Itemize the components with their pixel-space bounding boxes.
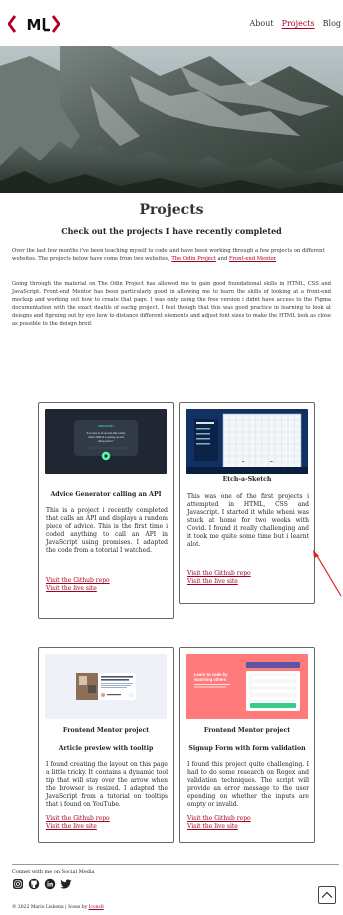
project-title: Signup Form with form validation (188, 745, 306, 752)
advice-label: ADVICE #117 (98, 424, 115, 428)
svg-text:watching others: watching others (193, 677, 227, 682)
project-thumbnail[interactable] (45, 654, 167, 719)
intro-text-and: and (215, 256, 229, 262)
project-card-article-preview: Frontend Mentor project Article preview … (38, 647, 174, 843)
project-title: Article preview with tooltip (58, 745, 154, 752)
frontend-mentor-link[interactable]: Front-end Mentor (229, 256, 276, 262)
main-nav: About Projects Blog (249, 19, 341, 28)
odin-project-link[interactable]: The Odin Project (171, 256, 216, 262)
svg-text:M: M (27, 16, 42, 34)
project-description: I found this project quite challenging. … (187, 761, 309, 808)
project-card-etch-a-sketch: The Odin Project Assignment Etch-a-Sketc… (179, 402, 315, 604)
instagram-icon[interactable] (12, 878, 24, 890)
site-header: M About Projects Blog (0, 0, 343, 46)
page-title: Projects (139, 202, 204, 218)
github-repo-link[interactable]: Visit the Github repo (46, 577, 110, 585)
project-card-signup-form: Learn to code by watching others Fronten… (179, 647, 315, 843)
social-heading: Connet with me on Social Media (12, 869, 95, 875)
intro-paragraph-2: Going through the material on The Odin P… (12, 281, 331, 327)
project-provider: Frontend Mentor project (203, 727, 291, 734)
social-links (12, 878, 72, 890)
project-description: This was one of the first projects i att… (187, 493, 309, 548)
nav-link-projects[interactable]: Projects (282, 19, 315, 28)
linkedin-icon[interactable] (44, 878, 56, 890)
intro-paragraph: Over the last few months i've been teach… (12, 247, 331, 263)
footer-divider (12, 864, 339, 865)
live-site-link[interactable]: Visit the live site (187, 578, 238, 586)
project-card-advice-generator: ADVICE #117 “It is easy to sit up and ta… (38, 402, 174, 619)
live-site-link[interactable]: Visit the live site (187, 823, 238, 831)
live-site-link[interactable]: Visit the live site (46, 823, 97, 831)
github-icon[interactable] (28, 878, 40, 890)
copyright-text: © 2022 Mario Lisbona | Icons by (12, 905, 89, 910)
hero-image (0, 46, 343, 193)
nav-link-blog[interactable]: Blog (323, 19, 341, 28)
svg-text:what's difficult is getting up: what's difficult is getting up and (88, 435, 124, 439)
project-provider: Frontend Mentor project (62, 727, 150, 734)
project-description: This is a project i recently completed t… (46, 507, 168, 554)
twitter-icon[interactable] (60, 878, 72, 890)
card-spacer (39, 475, 173, 489)
annotation-arrow-icon (313, 550, 342, 597)
page-subtitle: Check out the projects I have recently c… (61, 226, 282, 236)
github-repo-link[interactable]: Visit the Github repo (187, 815, 251, 823)
github-repo-link[interactable]: Visit the Github repo (46, 815, 110, 823)
nav-link-about[interactable]: About (249, 19, 273, 28)
intro-text: Over the last few months i've been teach… (12, 248, 325, 262)
project-description: I found creating the layout on this page… (46, 761, 168, 808)
github-repo-link[interactable]: Visit the Github repo (187, 570, 251, 578)
logo[interactable]: M (8, 12, 60, 36)
project-thumbnail[interactable]: ADVICE #117 “It is easy to sit up and ta… (45, 409, 167, 474)
svg-text:“It is easy to sit up and take: “It is easy to sit up and take notice, (86, 431, 126, 435)
project-thumbnail[interactable]: Learn to code by watching others (186, 654, 308, 719)
svg-text:taking action.”: taking action.” (98, 439, 114, 443)
project-title: Advice Generator calling an API (50, 491, 162, 498)
project-thumbnail[interactable] (186, 409, 308, 474)
chevron-up-icon (321, 891, 333, 898)
back-to-top-button[interactable] (318, 886, 336, 904)
project-title: Etch-a-Sketch (222, 476, 272, 483)
live-site-link[interactable]: Visit the live site (46, 585, 97, 593)
copyright: © 2022 Mario Lisbona | Icons by Icons8 (12, 905, 104, 910)
icons8-link[interactable]: Icons8 (89, 905, 104, 910)
